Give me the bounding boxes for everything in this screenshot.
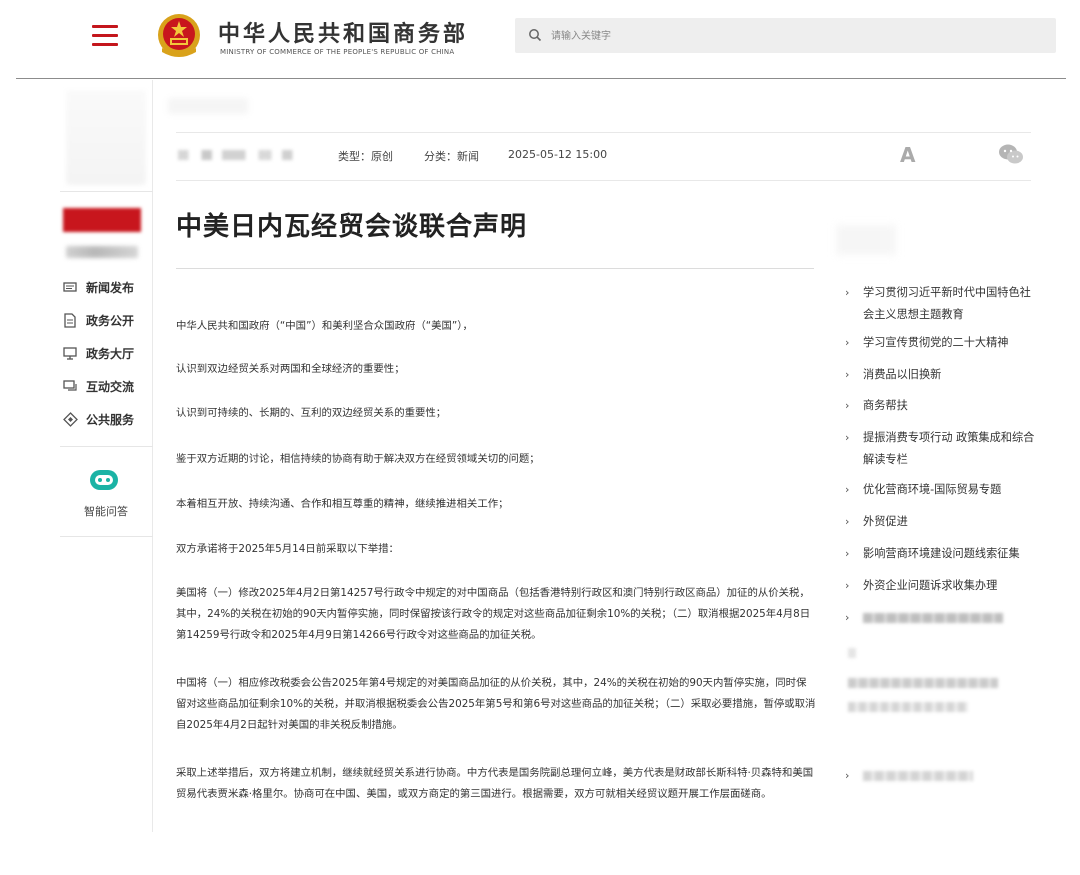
- site-title-en: MINISTRY OF COMMERCE OF THE PEOPLE'S REP…: [220, 48, 455, 56]
- search-box[interactable]: [515, 18, 1056, 53]
- article-paragraph: 中国将（一）相应修改税委会公告2025年第4号规定的对美国商品加征的从价关税，其…: [176, 677, 816, 731]
- nav-item-interaction[interactable]: 互动交流: [62, 375, 134, 397]
- blurred-region: [848, 678, 998, 688]
- article-paragraph: 美国将（一）修改2025年4月2日第14257号行政令中规定的对中国商品（包括香…: [176, 587, 811, 641]
- article-source-blurred: [178, 150, 308, 160]
- news-icon: [62, 279, 78, 295]
- article-paragraph: 双方承诺将于2025年5月14日前采取以下举措：: [176, 543, 399, 555]
- assistant-label[interactable]: 智能问答: [62, 503, 150, 519]
- nav-divider: [60, 446, 153, 447]
- national-emblem-icon: [158, 14, 200, 57]
- font-size-button[interactable]: A: [900, 143, 915, 167]
- sidebar-link-label: 外资企业问题诉求收集办理: [863, 579, 998, 592]
- nav-item-label: 政务大厅: [86, 346, 135, 361]
- menu-icon[interactable]: [92, 25, 118, 47]
- site-header: 中华人民共和国商务部 MINISTRY OF COMMERCE OF THE P…: [0, 0, 1080, 78]
- article-paragraph: 鉴于双方近期的讨论，相信持续的协商有助于解决双方在经贸领域关切的问题；: [176, 453, 540, 465]
- header-divider: [16, 78, 1066, 79]
- chevron-right-icon: ›: [845, 611, 850, 624]
- chevron-right-icon: ›: [845, 399, 850, 412]
- meta-divider: [176, 132, 1031, 133]
- article-paragraph: 认识到双边经贸关系对两国和全球经济的重要性；: [176, 363, 405, 375]
- nav-item-label: 公共服务: [86, 412, 135, 427]
- sidebar-link-label: 学习贯彻习近平新时代中国特色社会主义思想主题教育: [863, 286, 1031, 321]
- blurred-region: [848, 648, 856, 658]
- article-date: 2025-05-12 15:00: [508, 148, 608, 161]
- article-title: 中美日内瓦经贸会谈联合声明: [176, 212, 528, 242]
- article-paragraph: 认识到可持续的、长期的、互利的双边经贸关系的重要性；: [176, 407, 447, 419]
- left-nav: 新闻发布 政务公开 政务大厅 互动交流 公共服务 智能问答: [60, 80, 153, 832]
- nav-divider: [60, 536, 153, 537]
- article-paragraph: 中华人民共和国政府（“中国”）和美利坚合众国政府（“美国”），: [176, 320, 473, 332]
- blurred-region: [66, 90, 146, 185]
- sidebar-link-label: 影响营商环境建设问题线索征集: [863, 547, 1020, 560]
- article-category: 分类：新闻: [424, 150, 479, 163]
- monitor-icon: [62, 345, 78, 361]
- nav-item-service-hall[interactable]: 政务大厅: [62, 342, 134, 364]
- article-paragraph: 本着相互开放、持续沟通、合作和相互尊重的精神，继续推进相关工作；: [176, 498, 509, 510]
- sidebar-link-label: 提振消费专项行动 政策集成和综合解读专栏: [863, 431, 1035, 466]
- sidebar-link-label: 消费品以旧换新: [863, 368, 942, 381]
- document-icon: [62, 312, 78, 328]
- nav-item-news[interactable]: 新闻发布: [62, 276, 134, 298]
- sidebar-link-label: 优化营商环境-国际贸易专题: [863, 483, 1002, 496]
- nav-item-label: 新闻发布: [86, 280, 135, 295]
- article-type: 类型：原创: [338, 150, 393, 163]
- nav-divider: [60, 191, 153, 192]
- robot-assistant-icon[interactable]: [87, 466, 121, 494]
- chat-icon: [62, 378, 78, 394]
- blurred-region: [848, 702, 968, 712]
- chevron-right-icon: ›: [845, 286, 850, 299]
- article-paragraph: 采取上述举措后，双方将建立机制，继续就经贸关系进行协商。中方代表是国务院副总理何…: [176, 767, 814, 800]
- meta-divider: [176, 180, 1031, 181]
- search-icon[interactable]: [528, 28, 542, 42]
- sidebar-link-blurred-label: [863, 613, 1003, 623]
- sidebar-link-label: 外贸促进: [863, 515, 908, 528]
- blurred-region: [836, 225, 896, 255]
- nav-item-active[interactable]: [63, 208, 141, 232]
- chevron-right-icon: ›: [845, 368, 850, 381]
- nav-item-open-government[interactable]: 政务公开: [62, 309, 134, 331]
- search-input[interactable]: [551, 26, 1031, 46]
- chevron-right-icon: ›: [845, 769, 850, 782]
- chevron-right-icon: ›: [845, 431, 850, 444]
- sidebar-link-label: 学习宣传贯彻党的二十大精神: [863, 336, 1009, 349]
- diamond-icon: [62, 411, 78, 427]
- chevron-right-icon: ›: [845, 483, 850, 496]
- chevron-right-icon: ›: [845, 336, 850, 349]
- sidebar-link-blurred-label: [863, 771, 973, 781]
- title-divider: [176, 268, 814, 269]
- wechat-share-icon[interactable]: [998, 143, 1024, 165]
- nav-item-public-service[interactable]: 公共服务: [62, 408, 134, 430]
- blurred-region: [168, 98, 248, 114]
- nav-item-label: 互动交流: [86, 379, 135, 394]
- chevron-right-icon: ›: [845, 515, 850, 528]
- chevron-right-icon: ›: [845, 579, 850, 592]
- chevron-right-icon: ›: [845, 547, 850, 560]
- site-title-cn[interactable]: 中华人民共和国商务部: [218, 16, 468, 48]
- nav-item-label: 政务公开: [86, 313, 135, 328]
- sidebar-link-label: 商务帮扶: [863, 399, 908, 412]
- nav-item-blurred[interactable]: [66, 246, 138, 258]
